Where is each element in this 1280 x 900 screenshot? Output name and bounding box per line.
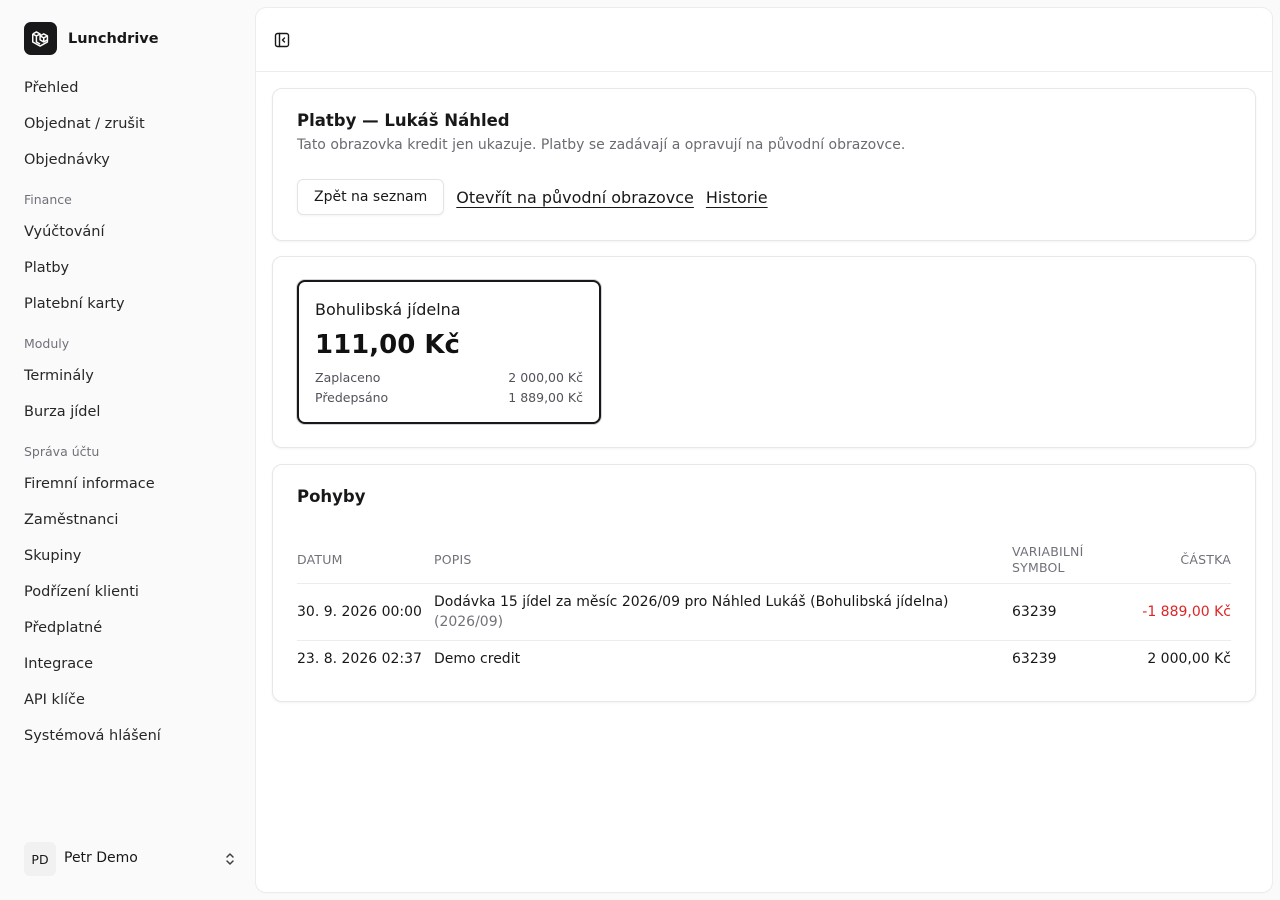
sidebar-item-systemova-hlaseni[interactable]: Systémová hlášení [0,718,256,754]
column-vs: VARIABILNÍ SYMBOL [1012,537,1112,584]
sidebar-item-podrizeni-klienti[interactable]: Podřízení klienti [0,574,256,610]
sidebar-item-vyuctovani[interactable]: Vyúčtování [0,214,256,250]
main-panel: Platby — Lukáš Náhled Tato obrazovka kre… [256,8,1272,892]
sidebar: Lunchdrive Přehled Objednat / zrušit Obj… [0,0,256,900]
sidebar-item-firemni-informace[interactable]: Firemní informace [0,466,256,502]
sidebar-collapse-icon[interactable] [274,32,290,48]
row-desc-period: (2026/09) [434,613,504,630]
sidebar-item-zamestnanci[interactable]: Zaměstnanci [0,502,256,538]
page-subtitle: Tato obrazovka kredit jen ukazuje. Platb… [297,137,906,153]
sidebar-item-predplatne[interactable]: Předplatné [0,610,256,646]
table-header-row: DATUM POPIS VARIABILNÍ SYMBOL ČÁSTKA [297,537,1231,584]
open-original-link[interactable]: Otevřít na původní obrazovce [456,188,694,207]
prescribed-label: Předepsáno [315,390,389,405]
paid-value: 2 000,00 Kč [508,370,583,385]
chevron-up-down-icon [226,853,234,865]
sidebar-item-platebni-karty[interactable]: Platební karty [0,286,256,322]
sidebar-item-prehled[interactable]: Přehled [0,70,256,106]
row-date: 23. 8. 2026 02:37 [297,650,422,667]
page-title: Platby — Lukáš Náhled [297,111,510,130]
row-amount: 2 000,00 Kč [1147,650,1231,667]
table-row: 23. 8. 2026 02:37 Demo credit 63239 2 00… [297,640,1231,677]
sidebar-item-terminaly[interactable]: Terminály [0,358,256,394]
sidebar-nav: Přehled Objednat / zrušit Objednávky Fin… [0,70,256,754]
row-amount: -1 889,00 Kč [1112,583,1231,641]
prescribed-value: 1 889,00 Kč [508,390,583,405]
sidebar-item-platby[interactable]: Platby [0,250,256,286]
canteen-tile[interactable]: Bohulibská jídelna 111,00 Kč Zaplaceno 2… [297,280,601,424]
column-vs-line2: SYMBOL [1012,559,1065,575]
row-desc-text: Dodávka 15 jídel za měsíc 2026/09 pro Ná… [434,593,949,610]
avatar: PD [24,842,56,876]
topbar [256,8,1272,72]
movements-table: DATUM POPIS VARIABILNÍ SYMBOL ČÁSTKA 30.… [297,537,1231,677]
row-desc: Demo credit [434,650,521,667]
table-row: 30. 9. 2026 00:00 Dodávka 15 jídel za mě… [297,583,1231,641]
canteen-balance: 111,00 Kč [315,330,460,360]
laravel-cube-icon [24,22,57,55]
row-vs: 63239 [1012,583,1112,641]
column-amount: ČÁSTKA [1112,537,1231,584]
movements-title: Pohyby [297,487,366,506]
sidebar-item-objednat[interactable]: Objednat / zrušit [0,106,256,142]
row-desc: Dodávka 15 jídel za měsíc 2026/09 pro Ná… [434,583,1012,641]
prescribed-row: Předepsáno 1 889,00 Kč [315,390,583,405]
sidebar-item-integrace[interactable]: Integrace [0,646,256,682]
column-vs-line1: VARIABILNÍ [1012,543,1084,559]
sidebar-item-api-klice[interactable]: API klíče [0,682,256,718]
row-date: 30. 9. 2026 00:00 [297,583,434,641]
app-name: Lunchdrive [68,30,159,47]
row-vs: 63239 [1012,650,1057,667]
sidebar-group-finance: Finance [24,192,72,207]
canteen-name: Bohulibská jídelna [315,300,461,319]
sidebar-group-sprava-uctu: Správa účtu [24,444,100,459]
sidebar-item-objednavky[interactable]: Objednávky [0,142,256,178]
back-to-list-button[interactable]: Zpět na seznam [297,179,445,215]
paid-label: Zaplaceno [315,370,381,385]
brand[interactable]: Lunchdrive [24,22,159,55]
column-desc: POPIS [434,537,1012,584]
movements-card: Pohyby DATUM POPIS VARIABILNÍ SYMBOL ČÁS… [272,464,1256,702]
history-link[interactable]: Historie [706,188,768,207]
user-menu[interactable]: PD Petr Demo [24,842,236,876]
column-date: DATUM [297,537,434,584]
sidebar-item-skupiny[interactable]: Skupiny [0,538,256,574]
balance-card: Bohulibská jídelna 111,00 Kč Zaplaceno 2… [272,256,1256,448]
paid-row: Zaplaceno 2 000,00 Kč [315,370,583,385]
payments-header-card: Platby — Lukáš Náhled Tato obrazovka kre… [272,88,1256,241]
user-name: Petr Demo [64,850,138,866]
sidebar-group-moduly: Moduly [24,336,70,351]
sidebar-item-burza-jidel[interactable]: Burza jídel [0,394,256,430]
action-row: Zpět na seznam Otevřít na původní obrazo… [297,179,768,215]
